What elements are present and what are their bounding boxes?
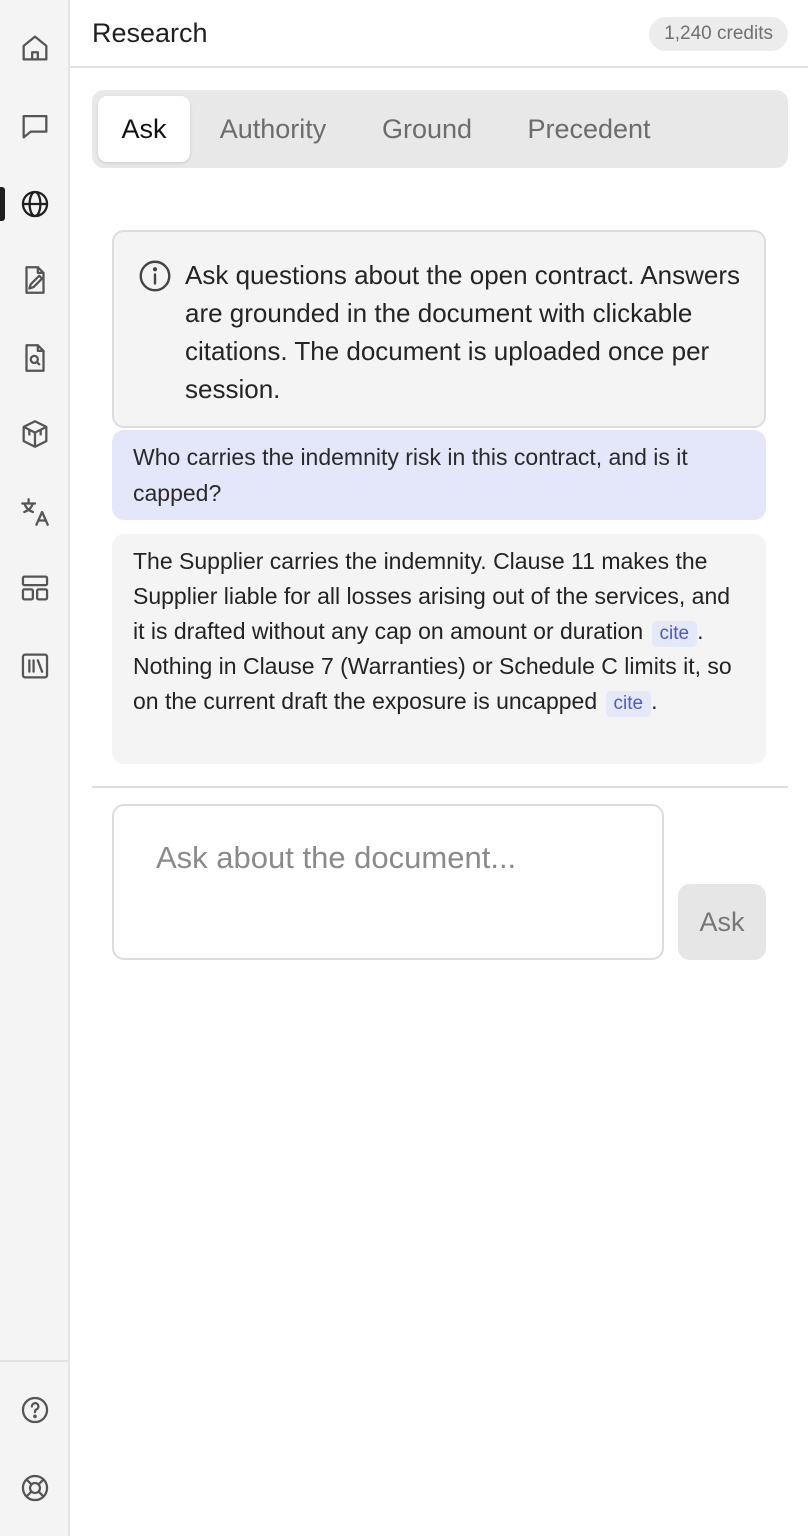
translate-icon: [21, 498, 49, 526]
page-title: Research: [92, 18, 208, 48]
sidebar: [0, 0, 70, 1536]
globe-icon: [21, 190, 49, 218]
sidebar-item-layout[interactable]: [0, 558, 70, 618]
question-input[interactable]: [114, 806, 662, 958]
tab-precedent[interactable]: Precedent: [510, 96, 668, 162]
library-icon: [21, 653, 49, 679]
chat-icon: [22, 114, 48, 139]
sidebar-item-document-search[interactable]: [0, 328, 70, 388]
active-indicator: [0, 187, 5, 221]
sidebar-item-support[interactable]: [0, 1458, 70, 1518]
sidebar-item-globe[interactable]: [0, 174, 70, 234]
info-icon: [139, 260, 171, 292]
document-edit-icon: [25, 266, 45, 294]
sidebar-item-document-edit[interactable]: [0, 250, 70, 310]
document-search-icon: [25, 344, 45, 372]
composer-divider: [92, 786, 788, 788]
tab-bar: Ask Authority Ground Precedent: [92, 90, 788, 168]
sidebar-item-home[interactable]: [0, 18, 70, 78]
cube-icon: [22, 420, 48, 448]
header: Research 1,240 credits: [70, 0, 808, 68]
sidebar-item-help[interactable]: [0, 1380, 70, 1440]
tab-authority[interactable]: Authority: [200, 96, 346, 162]
sidebar-item-translate[interactable]: [0, 482, 70, 542]
sidebar-item-chat[interactable]: [0, 96, 70, 156]
info-text: Ask questions about the open contract. A…: [185, 260, 741, 404]
ask-button[interactable]: Ask: [678, 884, 766, 960]
user-message: Who carries the indemnity risk in this c…: [112, 430, 766, 520]
tab-ground[interactable]: Ground: [364, 96, 490, 162]
sidebar-item-library[interactable]: [0, 636, 70, 696]
citation-link[interactable]: cite: [651, 621, 698, 647]
layout-icon: [21, 575, 49, 601]
question-input-wrapper: [112, 804, 664, 960]
sidebar-divider: [0, 1360, 68, 1362]
sidebar-item-cube[interactable]: [0, 404, 70, 464]
lifebuoy-icon: [21, 1474, 49, 1502]
help-icon: [21, 1396, 49, 1424]
info-notice: Ask questions about the open contract. A…: [112, 230, 766, 428]
citation-link[interactable]: cite: [605, 691, 652, 717]
tab-ask[interactable]: Ask: [98, 96, 190, 162]
home-icon: [22, 35, 48, 61]
assistant-text-1: The Supplier carries the indemnity. Clau…: [133, 548, 731, 644]
assistant-text-3: .: [651, 688, 658, 714]
assistant-message: The Supplier carries the indemnity. Clau…: [112, 534, 766, 764]
credits-badge: 1,240 credits: [649, 17, 788, 51]
